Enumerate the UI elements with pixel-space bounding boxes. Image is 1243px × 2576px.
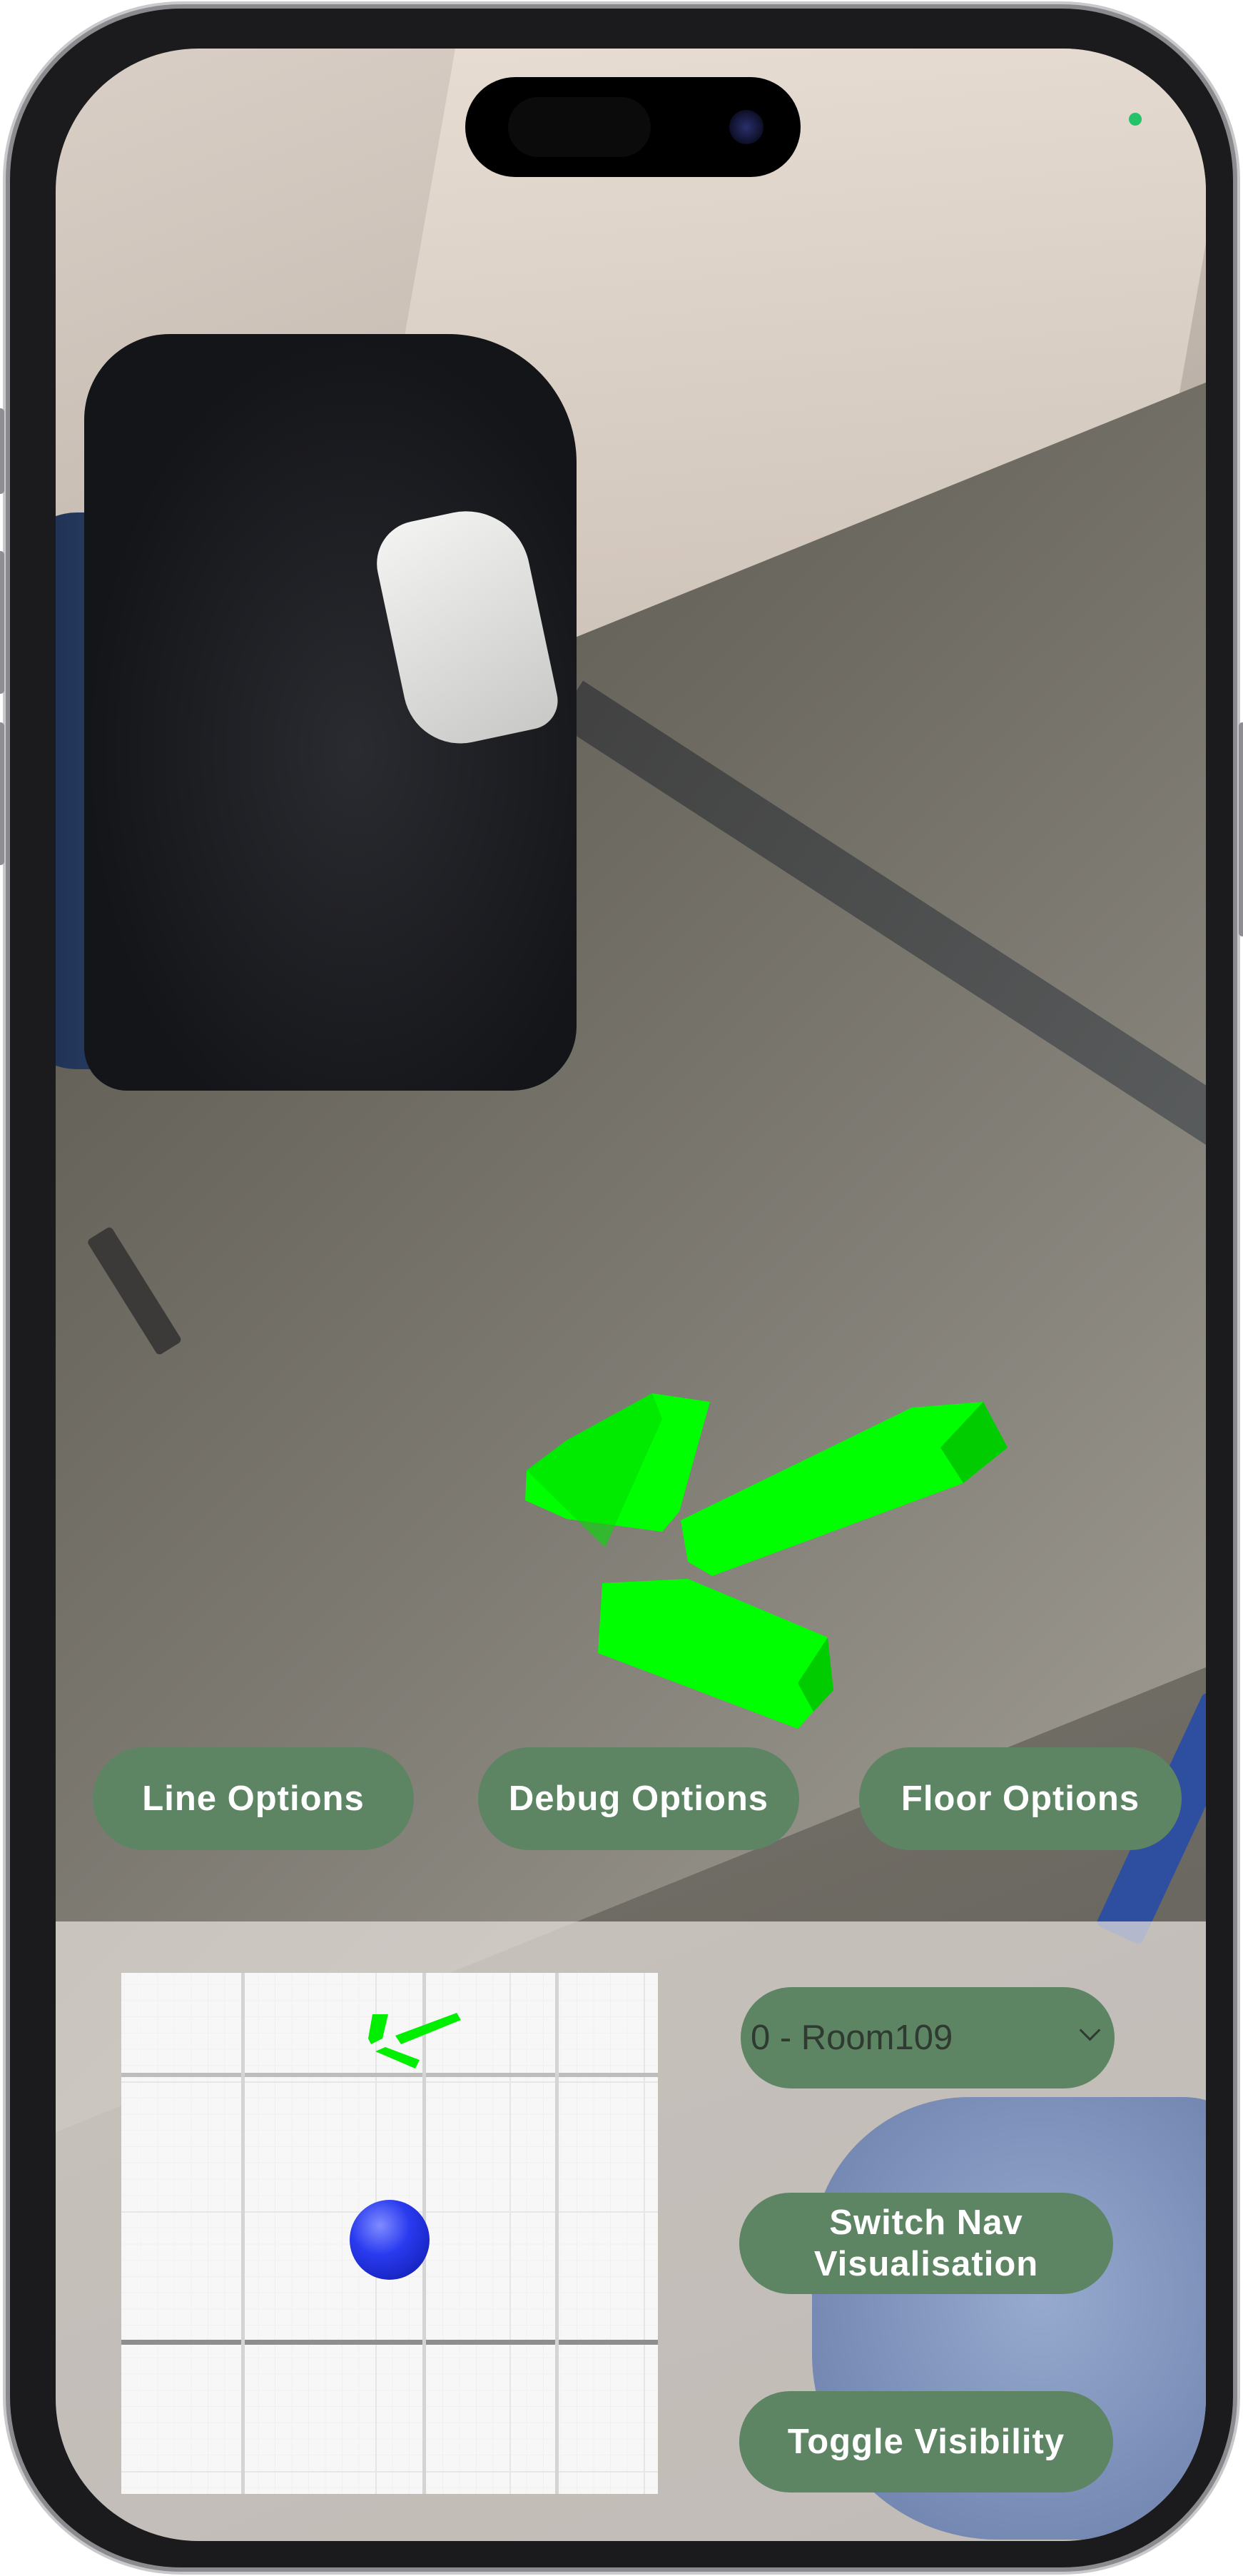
front-camera-icon [729,110,763,144]
room-select-value: 0 - Room109 [751,2019,953,2057]
switch-nav-visualisation-button[interactable]: Switch Nav Visualisation [739,2193,1113,2294]
face-id-sensor [508,97,651,157]
power-button [1239,722,1243,936]
chevron-down-icon [1079,2019,1101,2041]
camera-in-use-indicator [1129,113,1142,126]
floor-options-button[interactable]: Floor Options [859,1747,1182,1850]
ar-camera-view[interactable]: Line Options Debug Options Floor Options [56,49,1206,2541]
line-options-button[interactable]: Line Options [93,1747,414,1850]
minimap [121,1973,658,2494]
volume-down-button [0,722,4,865]
nav-arrow-icon [525,1393,1008,1729]
player-marker-icon [350,2200,430,2280]
volume-up-button [0,551,4,694]
nav-arrow-icon [368,2013,461,2069]
debug-options-button[interactable]: Debug Options [478,1747,799,1850]
ar-nav-arrow [525,1393,1008,1729]
room-select[interactable]: 0 - Room109 [741,1987,1115,2088]
toggle-visibility-button[interactable]: Toggle Visibility [739,2391,1113,2492]
dynamic-island [465,77,801,177]
action-button [0,408,4,494]
phone-frame: Line Options Debug Options Floor Options [0,9,1243,2567]
